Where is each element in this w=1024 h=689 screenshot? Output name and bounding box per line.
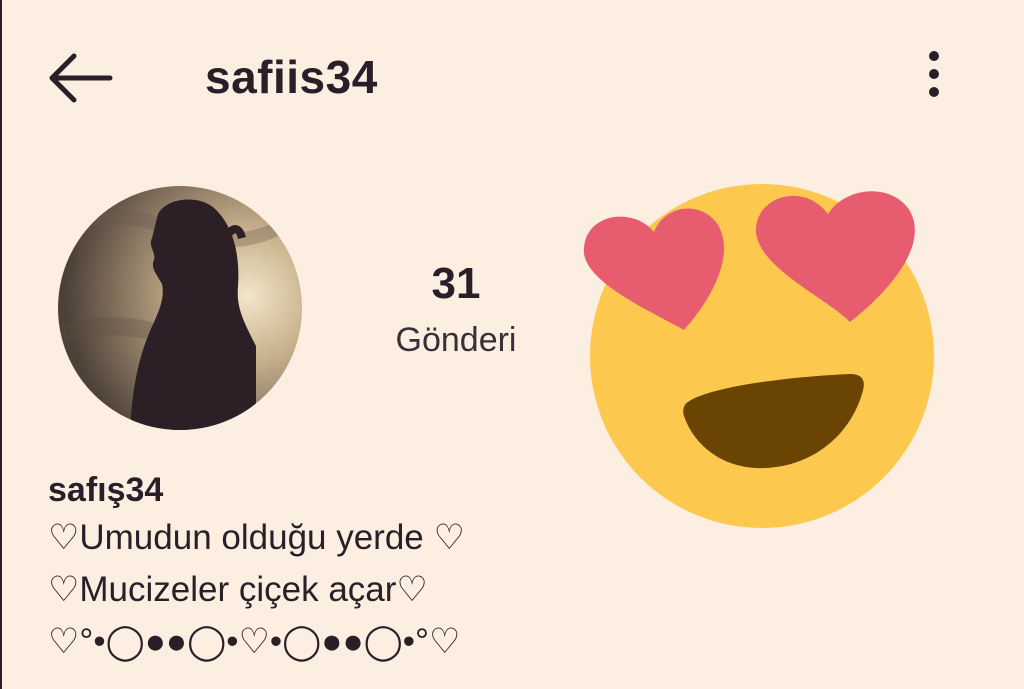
bio-line-1: ♡Umudun olduğu yerde ♡ (48, 518, 465, 557)
avatar[interactable] (58, 186, 302, 430)
arrow-left-icon (49, 53, 113, 103)
page-title: safiis34 (205, 51, 378, 103)
posts-count: 31 (431, 259, 481, 308)
vertical-dots-icon (929, 51, 939, 97)
heart-eyes-emoji (576, 170, 936, 530)
posts-stat[interactable]: 31 Gönderi (380, 256, 532, 364)
left-edge-divider (0, 0, 2, 689)
bio-line-2: ♡Mucizeler çiçek açar♡ (48, 570, 428, 609)
back-button[interactable] (44, 50, 116, 106)
posts-label: Gönderi (395, 321, 517, 359)
profile-bio: safış34 ♡Umudun olduğu yerde ♡ ♡Mucizele… (48, 468, 465, 668)
bio-line-3: ♡°•◯●●◯•♡•◯●●◯•°♡ (48, 622, 461, 661)
silhouette-profile-photo (58, 186, 302, 430)
more-options-button[interactable] (910, 46, 958, 102)
display-name: safış34 (48, 471, 164, 509)
